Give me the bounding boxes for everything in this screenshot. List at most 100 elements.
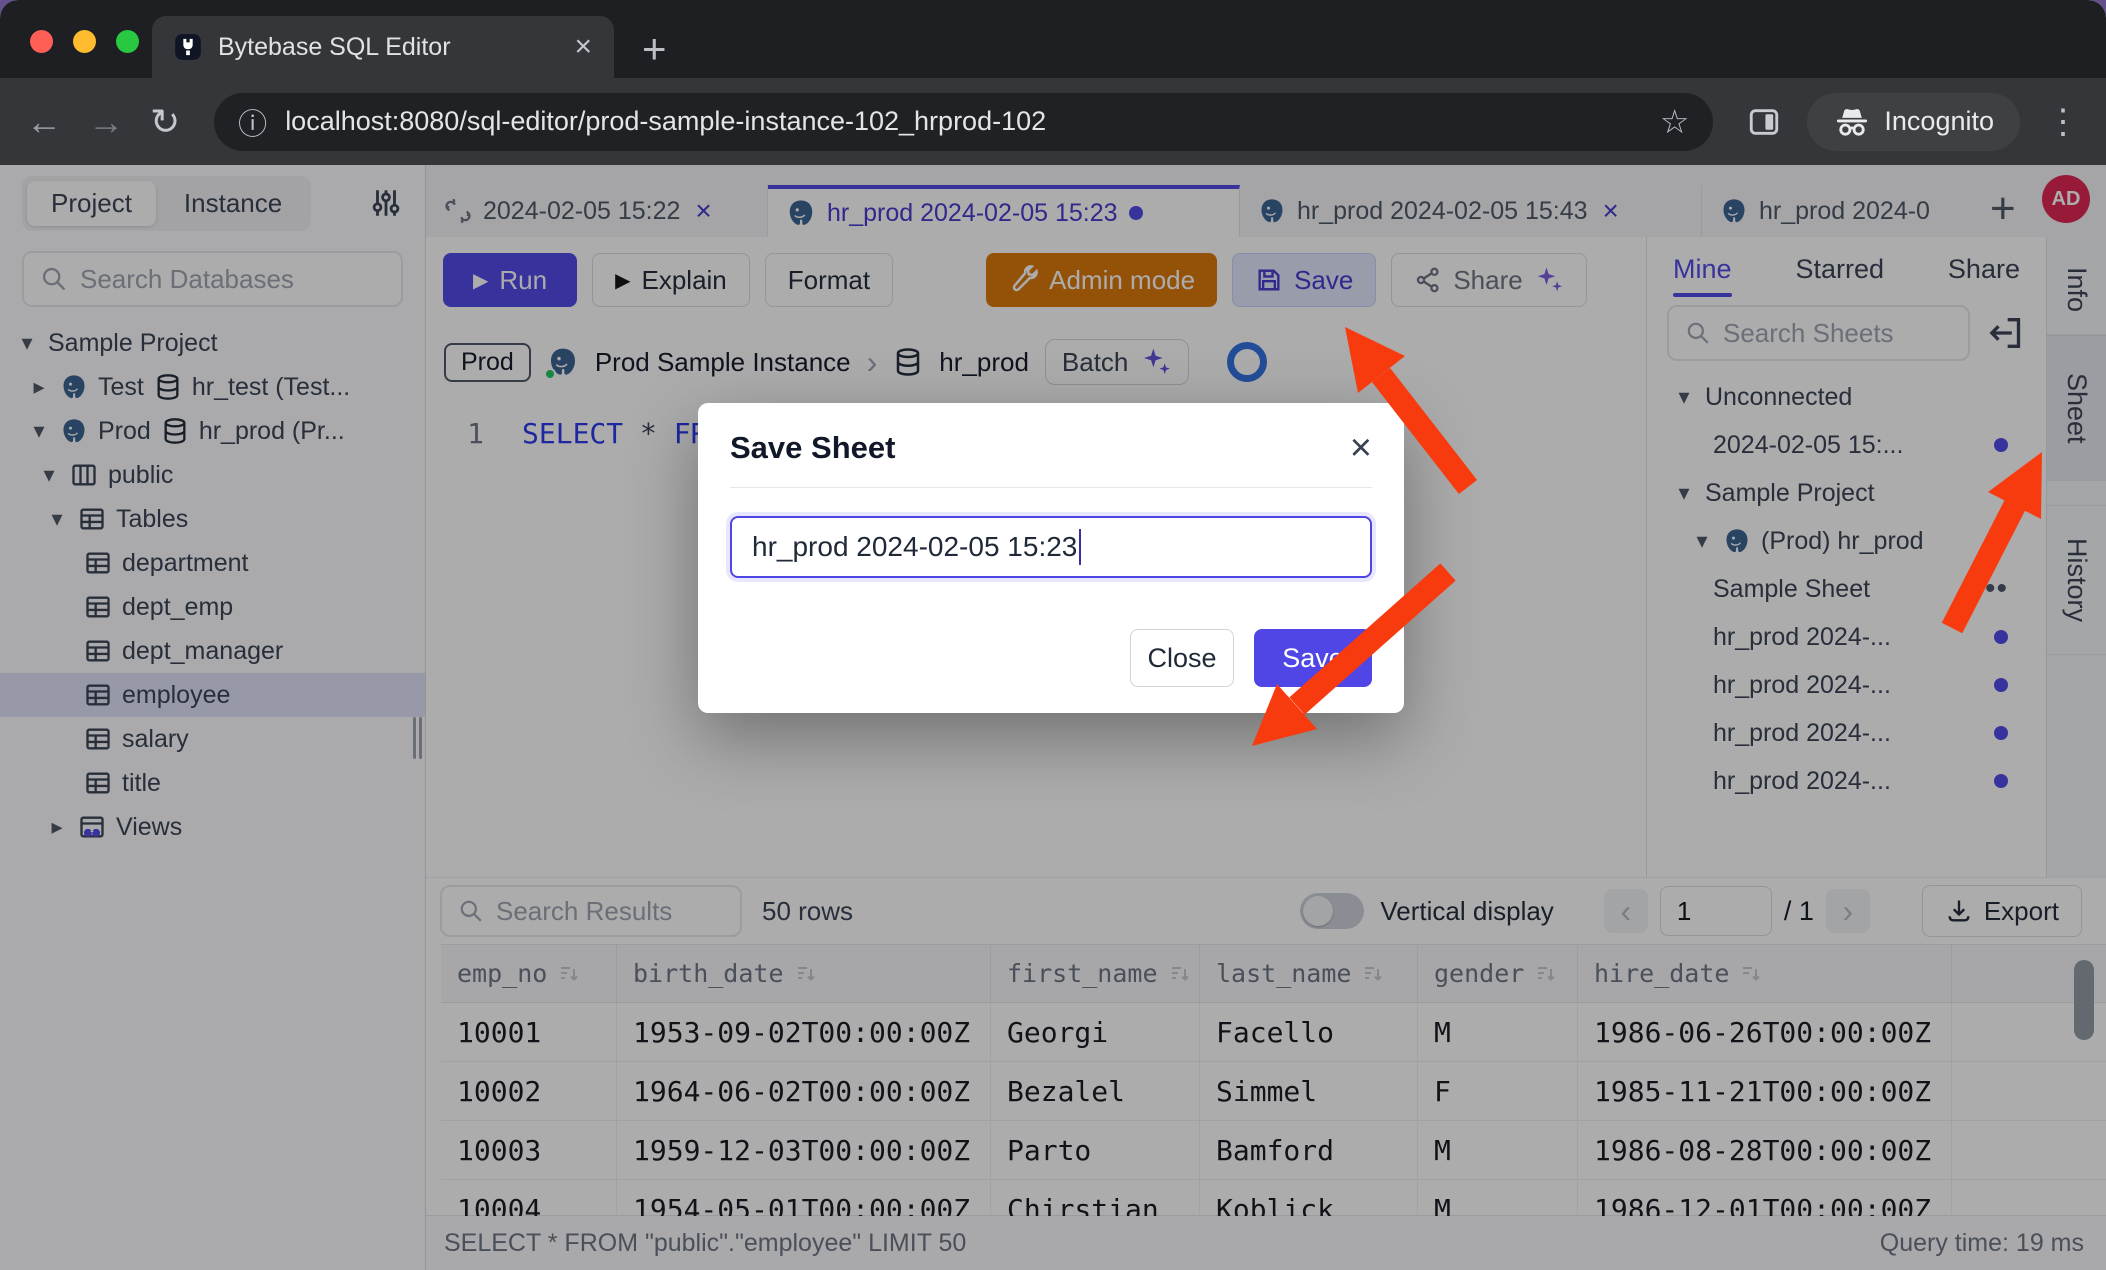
minimize-window-icon[interactable] [73, 30, 96, 53]
results-search-input[interactable]: Search Results [440, 885, 742, 937]
table-row[interactable]: 10004 1954-05-01T00:00:00Z Chirstian Kob… [441, 1180, 2106, 1216]
import-sheet-icon[interactable] [1986, 313, 2026, 353]
close-tab-icon[interactable]: × [695, 195, 711, 227]
batch-button[interactable]: Batch [1045, 339, 1190, 385]
unsaved-dot [1994, 438, 2008, 452]
sheet-group-project[interactable]: ▾ Sample Project [1647, 469, 2046, 517]
user-avatar[interactable]: AD [2042, 175, 2090, 223]
tree-item-project[interactable]: ▾ Sample Project [0, 321, 425, 365]
tree-item-table-title[interactable]: title [0, 761, 425, 805]
new-browser-tab-button[interactable]: + [642, 28, 667, 70]
sort-icon[interactable] [557, 962, 581, 986]
tree-item-table-employee[interactable]: employee [0, 673, 425, 717]
tab-share[interactable]: Share [1948, 237, 2020, 301]
database-search-input[interactable]: Search Databases [22, 251, 403, 307]
next-page-button[interactable]: › [1826, 889, 1870, 933]
sheet-item[interactable]: Sample Sheet ••• [1647, 565, 2046, 613]
tab-sheet[interactable]: Sheet [2047, 335, 2106, 481]
editor-tab-2-active[interactable]: hr_prod 2024-02-05 15:23 [768, 185, 1240, 237]
table-row[interactable]: 10002 1964-06-02T00:00:00Z Bezalel Simme… [441, 1062, 2106, 1121]
sheet-panel-tabs: Mine Starred Share [1647, 237, 2046, 301]
editor-tab-3[interactable]: hr_prod 2024-02-05 15:43 × [1240, 185, 1702, 237]
sort-icon[interactable] [1361, 962, 1385, 986]
tab-project[interactable]: Project [27, 181, 156, 226]
site-info-icon[interactable]: ⓘ [238, 101, 267, 143]
play-icon: ▶ [473, 268, 488, 293]
editor-tab-4[interactable]: hr_prod 2024-0 [1702, 185, 1970, 237]
bookmark-star-icon[interactable]: ☆ [1660, 102, 1690, 141]
close-window-icon[interactable] [30, 30, 53, 53]
admin-mode-button[interactable]: Admin mode [986, 253, 1217, 307]
tab-mine[interactable]: Mine [1673, 237, 1732, 301]
tab-info[interactable]: Info [2047, 245, 2106, 335]
column-header: first_name [1007, 959, 1158, 988]
results-scrollbar[interactable] [2074, 960, 2094, 1040]
environment-badge: Prod [444, 343, 531, 382]
side-panel-icon[interactable] [1747, 105, 1781, 139]
tree-item-table-dept-emp[interactable]: dept_emp [0, 585, 425, 629]
sheet-search-input[interactable]: Search Sheets [1667, 305, 1970, 361]
database-sidebar: Project Instance Search Databases ▾ Samp… [0, 165, 426, 1270]
browser-tab[interactable]: Bytebase SQL Editor × [152, 16, 614, 78]
tab-history[interactable]: History [2047, 505, 2106, 655]
sort-icon[interactable] [1168, 962, 1192, 986]
prev-page-button[interactable]: ‹ [1604, 889, 1648, 933]
dialog-close-icon[interactable]: × [1350, 429, 1372, 467]
sheet-item[interactable]: 2024-02-05 15:... [1647, 421, 2046, 469]
sort-icon[interactable] [794, 962, 818, 986]
save-sheet-dialog: Save Sheet × hr_prod 2024-02-05 15:23 Cl… [698, 403, 1404, 713]
editor-tab-1[interactable]: 2024-02-05 15:22 × [426, 185, 768, 237]
assistant-ring-icon[interactable] [1227, 342, 1267, 382]
sheet-connection[interactable]: ▾ (Prod) hr_prod [1647, 517, 2046, 565]
tree-item-table-dept-manager[interactable]: dept_manager [0, 629, 425, 673]
export-button[interactable]: Export [1922, 885, 2082, 937]
tab-starred[interactable]: Starred [1795, 237, 1884, 301]
format-button[interactable]: Format [765, 253, 893, 307]
address-bar[interactable]: ⓘ localhost:8080/sql-editor/prod-sample-… [214, 93, 1713, 151]
text-cursor [1079, 529, 1081, 565]
explain-button[interactable]: ▶ Explain [592, 253, 750, 307]
status-bar: SELECT * FROM "public"."employee" LIMIT … [426, 1215, 2106, 1270]
tree-item-prod-db[interactable]: ▾ Prod hr_prod (Pr... [0, 409, 425, 453]
sheet-item[interactable]: hr_prod 2024-... [1647, 613, 2046, 661]
sheet-item[interactable]: hr_prod 2024-... [1647, 661, 2046, 709]
close-tab-icon[interactable]: × [1603, 195, 1619, 227]
tree-item-test-db[interactable]: ▸ Test hr_test (Test... [0, 365, 425, 409]
tree-item-tables-group[interactable]: ▾ Tables [0, 497, 425, 541]
sort-icon[interactable] [1534, 962, 1558, 986]
sheet-item[interactable]: hr_prod 2024-... [1647, 709, 2046, 757]
sheet-item[interactable]: hr_prod 2024-... [1647, 757, 2046, 805]
reload-icon[interactable]: ↻ [150, 104, 180, 140]
share-button[interactable]: Share [1391, 253, 1586, 307]
table-row[interactable]: 10003 1959-12-03T00:00:00Z Parto Bamford… [441, 1121, 2106, 1180]
browser-menu-icon[interactable]: ⋮ [2046, 102, 2080, 142]
tree-item-views-group[interactable]: ▸ Views [0, 805, 425, 849]
filter-settings-icon[interactable] [369, 186, 403, 220]
dialog-close-button[interactable]: Close [1130, 629, 1234, 687]
browser-window: Bytebase SQL Editor × + ← → ↻ ⓘ localhos… [0, 0, 2106, 1270]
sidebar-resize-handle[interactable] [413, 717, 423, 759]
sheet-name-input[interactable]: hr_prod 2024-02-05 15:23 [730, 516, 1372, 578]
back-icon[interactable]: ← [26, 104, 62, 140]
tree-item-schema-public[interactable]: ▾ public [0, 453, 425, 497]
results-panel: Search Results 50 rows Vertical display … [426, 877, 2106, 1215]
database-name[interactable]: hr_prod [939, 347, 1029, 378]
run-button[interactable]: ▶ Run [443, 253, 577, 307]
vertical-display-toggle[interactable] [1300, 893, 1364, 929]
new-sheet-tab-button[interactable]: + [1990, 187, 2016, 231]
sheet-group-unconnected[interactable]: ▾ Unconnected [1647, 373, 2046, 421]
sort-icon[interactable] [1739, 962, 1763, 986]
instance-name[interactable]: Prod Sample Instance [595, 347, 851, 378]
results-table[interactable]: emp_no birth_date first_name last_name g… [441, 944, 2106, 1216]
save-button[interactable]: Save [1232, 253, 1376, 307]
browser-tab-close-icon[interactable]: × [574, 32, 592, 62]
tree-item-table-department[interactable]: department [0, 541, 425, 585]
table-row[interactable]: 10001 1953-09-02T00:00:00Z Georgi Facell… [441, 1003, 2106, 1062]
forward-icon[interactable]: → [88, 104, 124, 140]
dialog-save-button[interactable]: Save [1254, 629, 1372, 687]
zoom-window-icon[interactable] [116, 30, 139, 53]
table-header-row: emp_no birth_date first_name last_name g… [441, 945, 2106, 1003]
tab-instance[interactable]: Instance [160, 181, 306, 226]
page-input[interactable] [1660, 886, 1772, 936]
tree-item-table-salary[interactable]: salary [0, 717, 425, 761]
